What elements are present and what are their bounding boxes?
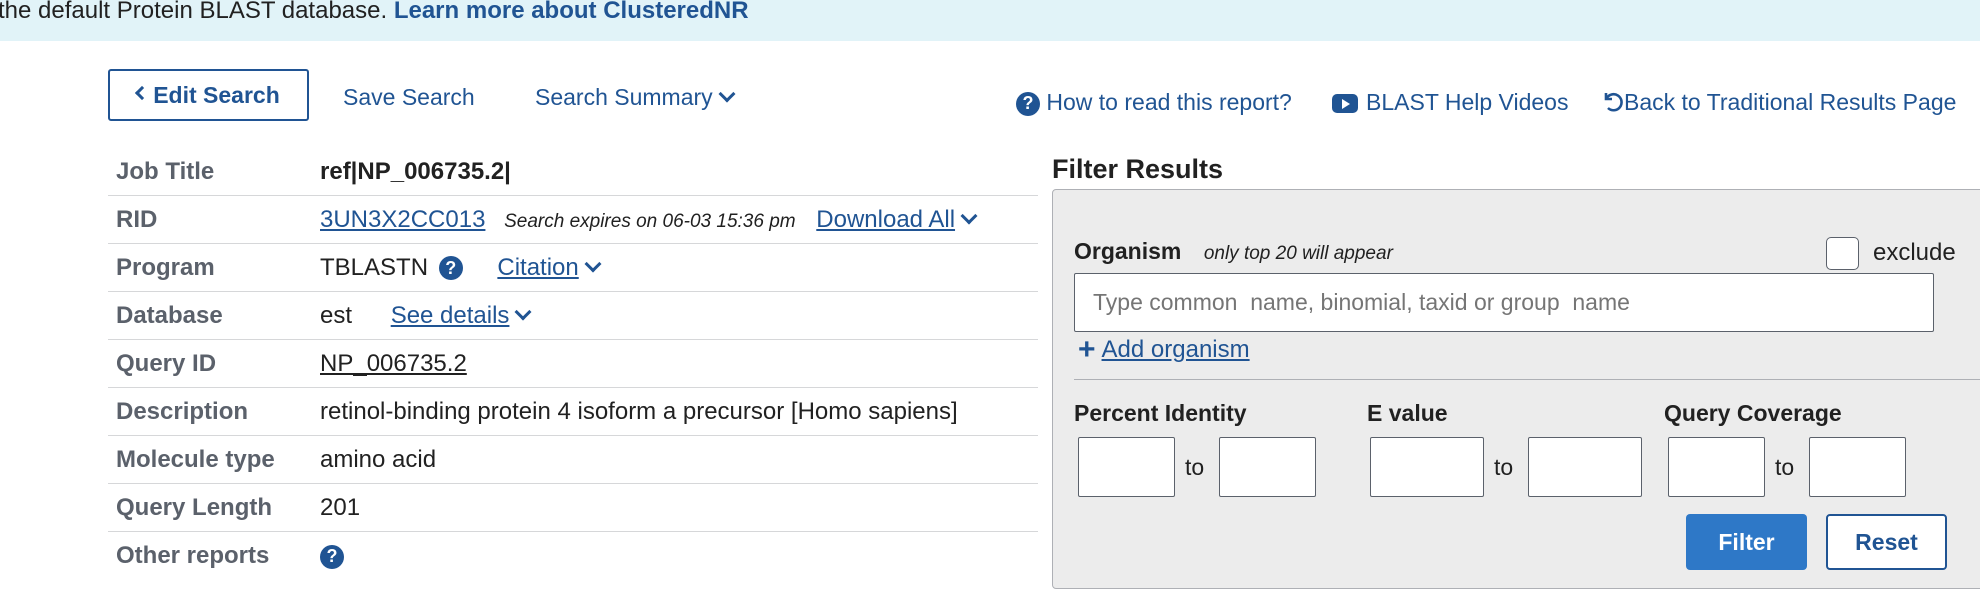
- to-label: to: [1775, 454, 1795, 480]
- chevron-down-icon: [718, 85, 736, 103]
- query-length-row: Query Length 201: [108, 484, 1038, 532]
- organism-label: Organism: [1074, 238, 1182, 264]
- percent-identity-label: Percent Identity: [1074, 400, 1247, 426]
- to-label: to: [1494, 454, 1514, 480]
- other-reports-value: ?: [320, 542, 344, 570]
- query-length-label: Query Length: [116, 493, 273, 521]
- see-details-dropdown[interactable]: See details: [390, 301, 532, 329]
- add-organism-link[interactable]: + Add organism: [1078, 331, 1250, 366]
- program-value-group: TBLASTN ? Citation: [320, 253, 602, 282]
- exclude-label: exclude: [1873, 239, 1956, 266]
- exclude-checkbox[interactable]: [1826, 237, 1859, 270]
- other-reports-help-icon[interactable]: ?: [320, 544, 344, 569]
- help-videos-label: BLAST Help Videos: [1366, 89, 1569, 115]
- chevron-left-icon: [135, 85, 150, 101]
- query-coverage-min-input[interactable]: [1668, 437, 1765, 497]
- save-search-link[interactable]: Save Search: [343, 84, 475, 111]
- molecule-type-value: amino acid: [320, 445, 437, 473]
- query-id-link[interactable]: NP_006735.2: [320, 350, 467, 378]
- back-to-traditional-link[interactable]: Back to Traditional Results Page: [1600, 89, 1956, 116]
- blast-help-videos-link[interactable]: BLAST Help Videos: [1332, 89, 1568, 116]
- rid-value-group: 3UN3X2CC013 Search expires on 06-03 15:3…: [320, 205, 978, 234]
- info-banner: the default Protein BLAST database. Lear…: [0, 0, 1980, 41]
- description-value: retinol-binding protein 4 isoform a prec…: [320, 397, 958, 425]
- program-help-icon[interactable]: ?: [438, 256, 463, 281]
- program-label: Program: [116, 253, 215, 281]
- job-title-value: ref|NP_006735.2|: [320, 157, 511, 185]
- question-icon: ?: [1016, 91, 1040, 116]
- evalue-max-input[interactable]: [1528, 437, 1642, 497]
- other-reports-label: Other reports: [116, 542, 270, 569]
- chevron-down-icon: [960, 207, 978, 224]
- search-summary-dropdown[interactable]: Search Summary: [535, 84, 736, 111]
- query-length-value: 201: [320, 493, 361, 521]
- evalue-label: E value: [1367, 400, 1448, 426]
- to-label: to: [1185, 454, 1205, 480]
- how-to-read-label: How to read this report?: [1046, 89, 1292, 115]
- plus-icon: +: [1078, 333, 1096, 366]
- database-value: est: [320, 301, 353, 329]
- organism-hint: only top 20 will appear: [1203, 243, 1393, 264]
- database-value-group: est See details: [320, 301, 532, 330]
- query-id-label: Query ID: [116, 349, 217, 377]
- filter-divider: [1074, 379, 1980, 380]
- database-row: Database est See details: [108, 292, 1038, 340]
- percent-identity-min-input[interactable]: [1078, 437, 1175, 497]
- edit-search-button[interactable]: Edit Search: [108, 69, 309, 121]
- see-details-label: See details: [390, 301, 510, 329]
- percent-identity-max-input[interactable]: [1219, 437, 1316, 497]
- search-summary-label: Search Summary: [535, 84, 713, 110]
- description-row: Description retinol-binding protein 4 is…: [108, 388, 1038, 436]
- undo-icon: [1604, 92, 1623, 112]
- citation-dropdown[interactable]: Citation: [497, 253, 602, 281]
- reset-button[interactable]: Reset: [1826, 514, 1947, 570]
- organism-input[interactable]: [1074, 273, 1934, 332]
- banner-text: the default Protein BLAST database.: [0, 0, 388, 24]
- filter-results-title: Filter Results: [1052, 154, 1224, 184]
- chevron-down-icon: [514, 303, 532, 320]
- rid-row: RID 3UN3X2CC013 Search expires on 06-03 …: [108, 196, 1038, 244]
- job-title-row: Job Title ref|NP_006735.2|: [108, 148, 1038, 196]
- back-traditional-label: Back to Traditional Results Page: [1624, 89, 1957, 115]
- description-label: Description: [116, 397, 249, 425]
- how-to-read-link[interactable]: ? How to read this report?: [1016, 89, 1292, 116]
- learn-more-clusterednr-link[interactable]: Learn more about ClusteredNR: [394, 0, 749, 24]
- job-title-label: Job Title: [116, 157, 215, 185]
- program-value: TBLASTN: [320, 253, 429, 281]
- filter-button[interactable]: Filter: [1686, 514, 1807, 570]
- rid-expires-text: Search expires on 06-03 15:36 pm: [504, 210, 796, 232]
- download-all-dropdown[interactable]: Download All: [816, 205, 978, 233]
- rid-label: RID: [116, 205, 158, 233]
- organism-header: Organism only top 20 will appear: [1074, 238, 1393, 265]
- program-row: Program TBLASTN ? Citation: [108, 244, 1038, 292]
- citation-label: Citation: [497, 253, 579, 281]
- database-label: Database: [116, 301, 223, 329]
- query-id-row: Query ID NP_006735.2: [108, 340, 1038, 388]
- edit-search-label: Edit Search: [153, 81, 280, 108]
- chevron-down-icon: [584, 255, 602, 272]
- evalue-min-input[interactable]: [1370, 437, 1484, 497]
- youtube-icon: [1332, 94, 1358, 114]
- download-all-label: Download All: [816, 205, 956, 233]
- molecule-type-row: Molecule type amino acid: [108, 436, 1038, 484]
- rid-link[interactable]: 3UN3X2CC013: [320, 206, 485, 233]
- query-coverage-max-input[interactable]: [1809, 437, 1906, 497]
- query-coverage-label: Query Coverage: [1664, 400, 1842, 426]
- add-organism-label: Add organism: [1101, 336, 1250, 363]
- molecule-type-label: Molecule type: [116, 445, 275, 473]
